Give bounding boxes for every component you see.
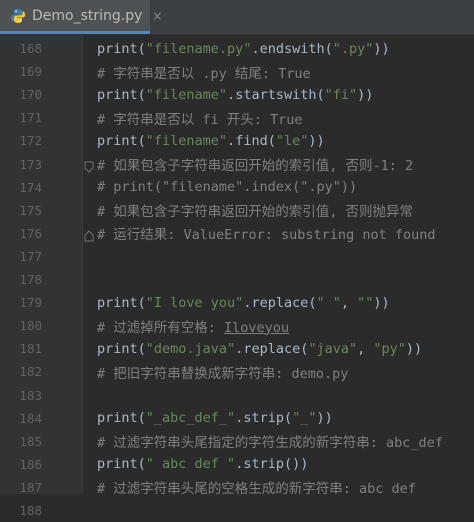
code-line[interactable]: 177 xyxy=(0,245,474,268)
line-number: 171 xyxy=(19,110,42,126)
code-line[interactable]: 180 # 过滤掉所有空格: Iloveyou xyxy=(0,314,474,337)
line-number: 173 xyxy=(19,156,42,172)
tab-title: Demo_string.py xyxy=(32,7,143,24)
code-line[interactable]: 181 print("demo.java".replace("java", "py… xyxy=(0,337,474,360)
line-number: 188 xyxy=(19,503,42,518)
line-number: 177 xyxy=(19,248,42,264)
code-text: print(" abc def ".strip()) xyxy=(97,456,309,473)
python-file-icon xyxy=(10,8,26,24)
line-number: 185 xyxy=(19,433,42,449)
line-number: 172 xyxy=(19,133,42,149)
code-text: print("filename".find("le")) xyxy=(97,132,325,149)
code-line[interactable]: 172 print("filename".find("le")) xyxy=(0,129,474,152)
line-number: 178 xyxy=(19,272,42,287)
code-text: # 字符串是否以 fi 开头: True xyxy=(97,111,303,128)
code-line[interactable]: 187 # 过滤字符串头尾的空格生成的新字符串: abc def xyxy=(0,476,474,499)
code-line[interactable]: 182 # 把旧字符串替换成新字符串: demo.py xyxy=(0,360,474,383)
code-line[interactable]: 173 # 如果包含子字符串返回开始的索引值, 否则-1: 2 xyxy=(0,153,474,176)
line-number: 176 xyxy=(19,225,42,241)
fold-marker-icon[interactable] xyxy=(84,227,94,242)
code-line[interactable]: 170 print("filename".startswith("fi")) xyxy=(0,83,474,106)
line-number: 174 xyxy=(19,179,42,195)
code-text: # 把旧字符串替换成新字符串: demo.py xyxy=(97,365,349,382)
code-text: print("filename.py".endswith(".py")) xyxy=(97,40,390,57)
line-number: 169 xyxy=(19,64,42,80)
code-text: # 字符串是否以 .py 结尾: True xyxy=(97,65,311,82)
code-text: # 过滤字符串头尾指定的字符生成的新字符串: abc_def xyxy=(97,435,443,452)
code-text: print("filename".startswith("fi")) xyxy=(97,86,374,103)
code-line[interactable]: 169 # 字符串是否以 .py 结尾: True xyxy=(0,60,474,83)
code-line[interactable]: 171 # 字符串是否以 fi 开头: True xyxy=(0,106,474,129)
code-line[interactable]: 178 xyxy=(0,268,474,291)
code-text: # 过滤掉所有空格: Iloveyou xyxy=(97,319,290,336)
code-editor[interactable]: 168 print("filename.py".endswith(".py")) 1… xyxy=(0,35,474,518)
code-line[interactable]: 176 # 运行结果: ValueError: substring not fou… xyxy=(0,222,474,245)
code-line[interactable]: 185 # 过滤字符串头尾指定的字符生成的新字符串: abc_def xyxy=(0,430,474,453)
code-line[interactable]: 184 print("_abc_def_".strip("_")) xyxy=(0,407,474,430)
code-text: print("demo.java".replace("java", "py")) xyxy=(97,340,423,357)
editor-tab-bar: Demo_string.py × xyxy=(0,0,474,35)
line-number: 168 xyxy=(19,41,42,56)
code-text: print("_abc_def_".strip("_")) xyxy=(97,410,333,427)
code-line[interactable]: 174 # print("filename".index(".py")) xyxy=(0,176,474,199)
line-number: 182 xyxy=(19,364,42,380)
line-number: 181 xyxy=(19,341,42,357)
code-text: print("I love you".replace(" ", "")) xyxy=(97,294,390,311)
code-line[interactable]: 188 xyxy=(0,499,474,522)
tab-demo-string[interactable]: Demo_string.py × xyxy=(0,0,162,34)
code-text: # 如果包含子字符串返回开始的索引值, 否则抛异常 xyxy=(97,204,414,221)
close-icon[interactable]: × xyxy=(152,9,162,23)
code-line[interactable]: 168 print("filename.py".endswith(".py")) xyxy=(0,37,474,60)
line-number: 186 xyxy=(19,456,42,472)
line-number: 184 xyxy=(19,410,42,426)
code-line[interactable]: 179 print("I love you".replace(" ", "")) xyxy=(0,291,474,314)
code-text: # 运行结果: ValueError: substring not found xyxy=(97,227,436,244)
line-number: 175 xyxy=(19,202,42,218)
fold-marker-icon[interactable] xyxy=(84,158,94,173)
line-number: 170 xyxy=(19,87,42,103)
code-text: # 如果包含子字符串返回开始的索引值, 否则-1: 2 xyxy=(97,158,414,174)
line-number: 183 xyxy=(19,387,42,403)
code-line[interactable]: 186 print(" abc def ".strip()) xyxy=(0,453,474,476)
code-line[interactable]: 183 xyxy=(0,384,474,407)
code-line[interactable]: 175 # 如果包含子字符串返回开始的索引值, 否则抛异常 xyxy=(0,199,474,222)
line-number: 180 xyxy=(19,318,42,334)
line-number: 179 xyxy=(19,295,42,311)
code-text: # 过滤字符串头尾的空格生成的新字符串: abc def xyxy=(97,481,416,498)
code-text: # print("filename".index(".py")) xyxy=(97,179,358,196)
